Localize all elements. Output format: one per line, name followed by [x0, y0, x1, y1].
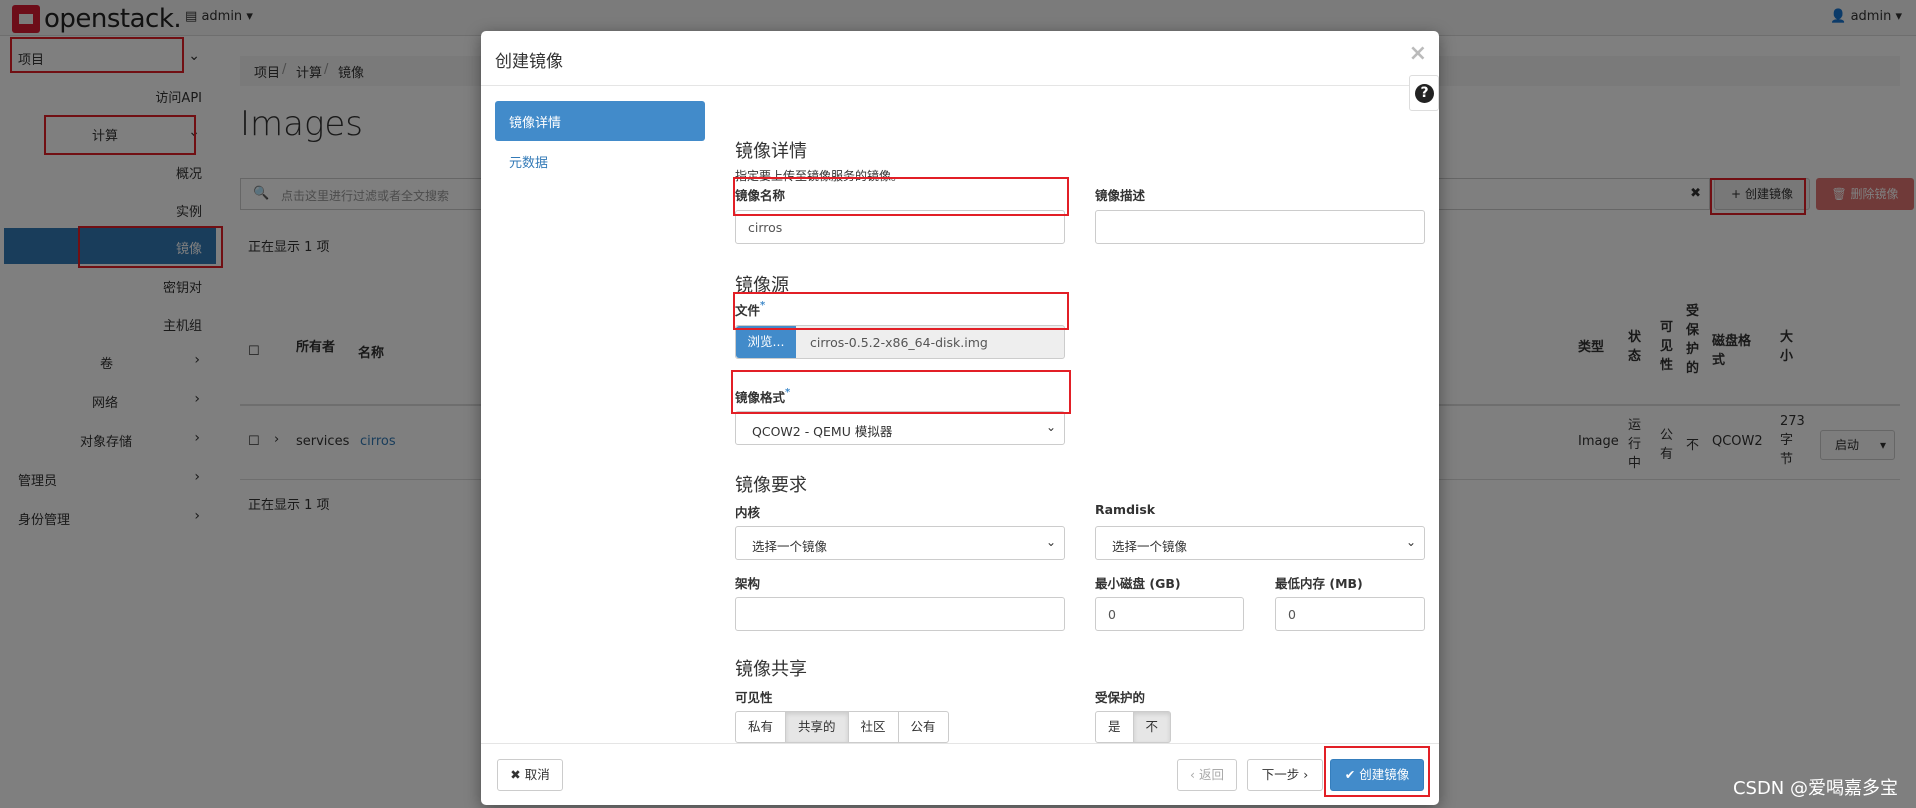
close-icon: ✖	[510, 767, 521, 782]
highlight-box	[1324, 746, 1430, 797]
section-title-sharing: 镜像共享	[735, 659, 807, 680]
section-title-requirements: 镜像要求	[735, 475, 807, 496]
next-button[interactable]: 下一步 ›	[1247, 759, 1323, 791]
file-input-group[interactable]: 浏览... cirros-0.5.2-x86_64-disk.img	[735, 325, 1065, 359]
highlight-box	[733, 292, 1069, 330]
chevron-right-icon: ›	[1303, 767, 1309, 782]
visibility-label: 可见性	[735, 690, 773, 705]
back-button[interactable]: ‹ 返回	[1177, 759, 1237, 791]
protected-yes[interactable]: 是	[1095, 711, 1134, 743]
modal-header: 创建镜像 ×	[481, 31, 1439, 86]
section-title-details: 镜像详情	[735, 141, 807, 162]
visibility-community[interactable]: 社区	[847, 711, 899, 743]
kernel-value: 选择一个镜像	[752, 539, 828, 554]
cancel-label: 取消	[524, 767, 550, 782]
cancel-button[interactable]: ✖ 取消	[497, 759, 563, 791]
file-name: cirros-0.5.2-x86_64-disk.img	[810, 335, 988, 350]
image-format-select[interactable]: QCOW2 - QEMU 模拟器 ⌄	[735, 411, 1065, 445]
watermark: CSDN @爱喝嘉多宝	[1732, 778, 1898, 799]
image-format-value: QCOW2 - QEMU 模拟器	[752, 424, 893, 439]
modal-footer: ✖ 取消 ‹ 返回 下一步 › ✔ 创建镜像	[481, 743, 1439, 805]
browse-button[interactable]: 浏览...	[736, 326, 796, 358]
image-description-input[interactable]	[1095, 210, 1425, 244]
min-disk-input[interactable]: 0	[1095, 597, 1244, 631]
description-label: 镜像描述	[1095, 188, 1146, 203]
protected-toggle-group: 是 不	[1095, 711, 1172, 743]
modal-title: 创建镜像	[495, 52, 563, 72]
architecture-input[interactable]	[735, 597, 1065, 631]
step-image-details[interactable]: 镜像详情	[495, 101, 705, 141]
min-ram-input[interactable]: 0	[1275, 597, 1425, 631]
kernel-label: 内核	[735, 505, 761, 520]
protected-label: 受保护的	[1095, 690, 1146, 705]
ramdisk-value: 选择一个镜像	[1112, 539, 1188, 554]
chevron-left-icon: ‹	[1190, 767, 1195, 782]
wizard-steps: 镜像详情 元数据	[495, 101, 705, 181]
close-icon[interactable]: ×	[1409, 41, 1427, 66]
highlight-box	[731, 370, 1071, 414]
visibility-public[interactable]: 公有	[897, 711, 949, 743]
highlight-box	[733, 177, 1069, 216]
chevron-down-icon: ⌄	[1045, 535, 1056, 549]
ramdisk-label: Ramdisk	[1095, 502, 1156, 517]
min-ram-label: 最低内存 (MB)	[1275, 576, 1363, 591]
step-metadata[interactable]: 元数据	[495, 141, 705, 181]
chevron-down-icon: ⌄	[1045, 420, 1056, 434]
protected-no[interactable]: 不	[1132, 711, 1172, 743]
min-disk-label: 最小磁盘 (GB)	[1095, 576, 1181, 591]
ramdisk-select[interactable]: 选择一个镜像 ⌄	[1095, 526, 1425, 560]
visibility-private[interactable]: 私有	[735, 711, 787, 743]
next-label: 下一步	[1261, 767, 1300, 782]
create-image-modal: 创建镜像 × ? 镜像详情 元数据 镜像详情 指定要上传至镜像服务的镜像。 镜像…	[481, 31, 1439, 805]
architecture-label: 架构	[735, 576, 761, 591]
visibility-toggle-group: 私有 共享的 社区 公有	[735, 711, 949, 743]
chevron-down-icon: ⌄	[1405, 535, 1416, 549]
visibility-shared[interactable]: 共享的	[785, 711, 849, 743]
back-label: 返回	[1198, 767, 1224, 782]
kernel-select[interactable]: 选择一个镜像 ⌄	[735, 526, 1065, 560]
